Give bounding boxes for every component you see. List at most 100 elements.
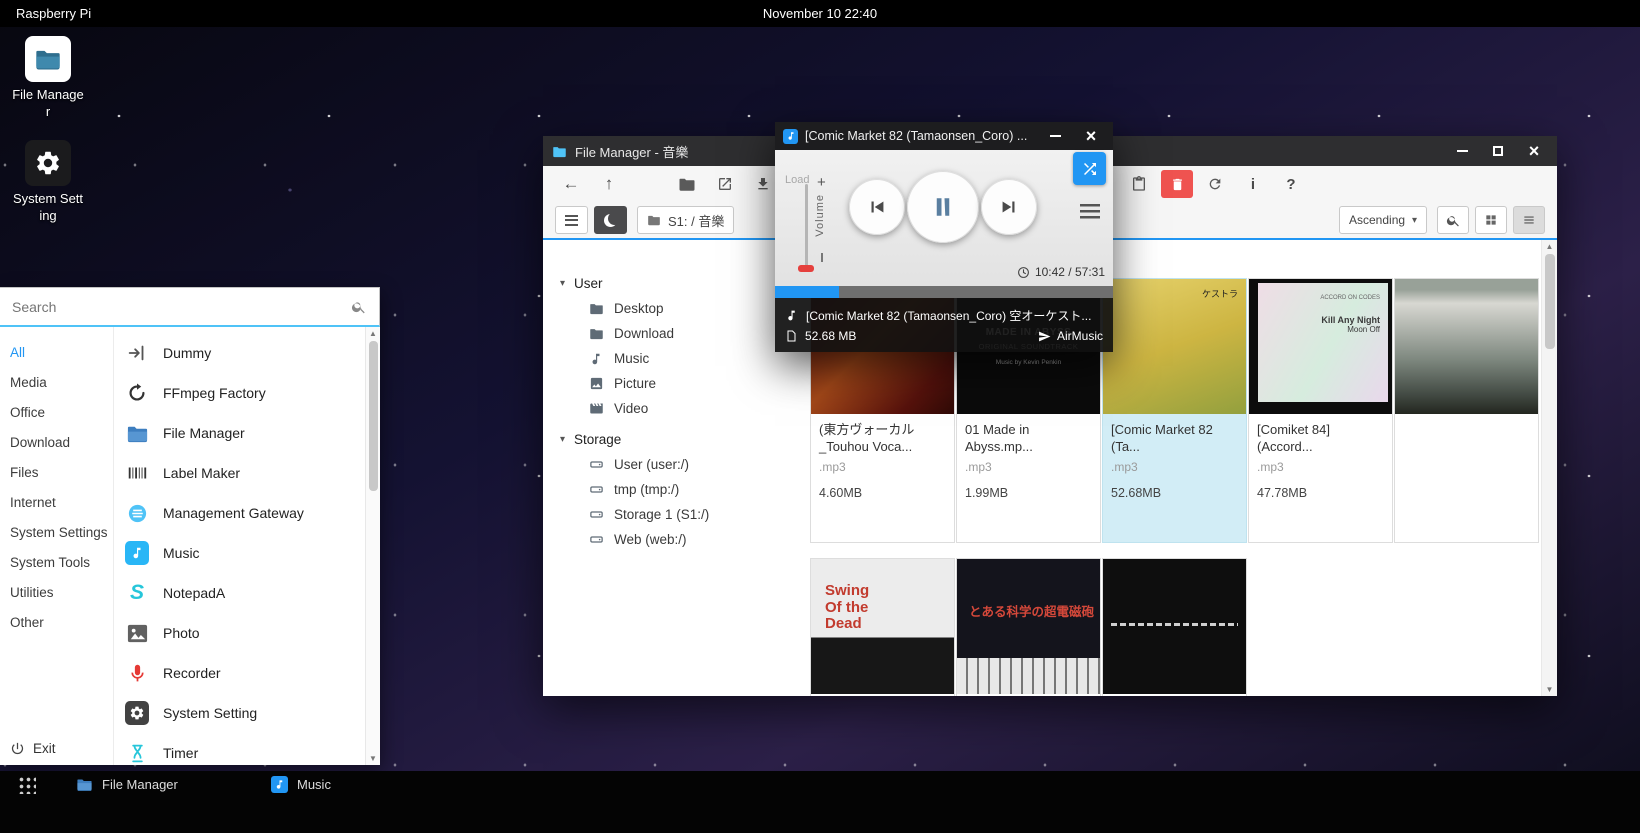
app-item-dummy[interactable]: Dummy bbox=[114, 333, 365, 373]
app-item-system-setting[interactable]: System Setting bbox=[114, 693, 365, 733]
app-item-timer[interactable]: Timer bbox=[114, 733, 365, 765]
maximize-button[interactable] bbox=[1488, 141, 1508, 161]
paste-button[interactable] bbox=[1123, 170, 1155, 198]
category-item-office[interactable]: Office bbox=[0, 397, 113, 427]
up-button[interactable]: ↑ bbox=[593, 170, 625, 198]
file-name: 01 Made in Abyss.mp... bbox=[957, 414, 1100, 458]
minimize-button[interactable] bbox=[1045, 126, 1065, 146]
microphone-icon bbox=[124, 660, 150, 686]
delete-button[interactable] bbox=[1161, 170, 1193, 198]
grid-view-button[interactable] bbox=[1475, 206, 1507, 234]
sort-select[interactable]: Ascending ▾ bbox=[1339, 206, 1427, 234]
previous-track-button[interactable] bbox=[849, 179, 905, 235]
grid-view-icon bbox=[1484, 213, 1498, 227]
app-launcher-button[interactable] bbox=[8, 773, 44, 797]
topbar-app-name: Raspberry Pi bbox=[16, 6, 91, 21]
next-track-button[interactable] bbox=[981, 179, 1037, 235]
search-button[interactable] bbox=[1437, 206, 1469, 234]
category-item-media[interactable]: Media bbox=[0, 367, 113, 397]
category-item-download[interactable]: Download bbox=[0, 427, 113, 457]
clock-icon bbox=[1017, 266, 1030, 279]
nav-item-video[interactable]: Video bbox=[560, 396, 783, 421]
exit-button[interactable]: Exit bbox=[10, 741, 56, 756]
time-display: 10:42 / 57:31 bbox=[1017, 265, 1105, 279]
nav-item-user-drive[interactable]: User (user:/) bbox=[560, 452, 783, 477]
app-item-notepada[interactable]: S NotepadA bbox=[114, 573, 365, 613]
chevron-down-icon: ▾ bbox=[1412, 215, 1417, 226]
file-card[interactable] bbox=[1394, 278, 1539, 543]
taskbar-item-file-manager[interactable]: File Manager bbox=[62, 772, 257, 798]
app-item-recorder[interactable]: Recorder bbox=[114, 653, 365, 693]
file-card[interactable]: Swing Of the Dead bbox=[810, 558, 955, 696]
category-item-other[interactable]: Other bbox=[0, 607, 113, 637]
time-text: 10:42 / 57:31 bbox=[1035, 265, 1105, 279]
breadcrumb[interactable]: S1: / 音樂 bbox=[637, 206, 734, 234]
volume-slider-thumb[interactable] bbox=[798, 265, 814, 272]
refresh-button[interactable] bbox=[1199, 170, 1231, 198]
dark-mode-button[interactable] bbox=[594, 206, 627, 234]
nav-item-web-drive[interactable]: Web (web:/) bbox=[560, 527, 783, 552]
scroll-down-icon[interactable]: ▼ bbox=[369, 754, 377, 763]
file-card[interactable] bbox=[1102, 558, 1247, 696]
taskbar-item-music[interactable]: Music bbox=[257, 772, 452, 798]
scrollbar-thumb[interactable] bbox=[1545, 254, 1555, 349]
app-item-management-gateway[interactable]: Management Gateway bbox=[114, 493, 365, 533]
search-input[interactable] bbox=[12, 299, 351, 315]
app-item-file-manager[interactable]: File Manager bbox=[114, 413, 365, 453]
scroll-up-icon[interactable]: ▲ bbox=[369, 329, 377, 338]
output-device[interactable]: AirMusic bbox=[1038, 329, 1103, 343]
nav-item-picture[interactable]: Picture bbox=[560, 371, 783, 396]
album-art: Swing Of the Dead bbox=[811, 559, 954, 694]
app-item-photo[interactable]: Photo bbox=[114, 613, 365, 653]
nav-item-desktop[interactable]: Desktop bbox=[560, 296, 783, 321]
pause-button[interactable] bbox=[907, 171, 979, 243]
back-button[interactable]: ← bbox=[555, 170, 587, 198]
shuffle-button[interactable] bbox=[1073, 152, 1106, 185]
topbar-clock[interactable]: November 10 22:40 bbox=[763, 6, 877, 21]
desktop-icon-system-setting[interactable]: System Setting bbox=[8, 140, 88, 225]
category-item-system-settings[interactable]: System Settings bbox=[0, 517, 113, 547]
category-item-system-tools[interactable]: System Tools bbox=[0, 547, 113, 577]
app-item-music[interactable]: Music bbox=[114, 533, 365, 573]
desktop-icon-file-manager[interactable]: File Manager bbox=[8, 36, 88, 121]
app-menu-scrollbar[interactable]: ▲ ▼ bbox=[365, 327, 380, 765]
file-card-selected[interactable]: ケストラ [Comic Market 82 (Ta... .mp3 52.68M… bbox=[1102, 278, 1247, 543]
player-menu-button[interactable] bbox=[1080, 204, 1100, 219]
file-list-scrollbar[interactable]: ▲ ▼ bbox=[1541, 240, 1557, 696]
open-external-button[interactable] bbox=[709, 170, 741, 198]
help-button[interactable]: ? bbox=[1275, 170, 1307, 198]
info-button[interactable]: i bbox=[1237, 170, 1269, 198]
category-item-utilities[interactable]: Utilities bbox=[0, 577, 113, 607]
nav-section-storage[interactable]: ▾ Storage bbox=[560, 426, 783, 452]
volume-up-icon[interactable]: + bbox=[817, 174, 826, 191]
nav-item-tmp-drive[interactable]: tmp (tmp:/) bbox=[560, 477, 783, 502]
app-item-ffmpeg-factory[interactable]: FFmpeg Factory bbox=[114, 373, 365, 413]
nav-item-download[interactable]: Download bbox=[560, 321, 783, 346]
close-button[interactable]: × bbox=[1524, 141, 1544, 161]
gateway-icon bbox=[124, 500, 150, 526]
list-view-button[interactable] bbox=[1513, 206, 1545, 234]
menu-button[interactable] bbox=[555, 206, 588, 234]
volume-slider[interactable] bbox=[805, 184, 808, 270]
breadcrumb-path: S1: / 音樂 bbox=[668, 211, 724, 230]
new-folder-button[interactable] bbox=[671, 170, 703, 198]
file-card[interactable]: ACCORD ON CODES Kill Any Night Moon Off … bbox=[1248, 278, 1393, 543]
progress-bar[interactable] bbox=[775, 286, 1113, 298]
category-item-internet[interactable]: Internet bbox=[0, 487, 113, 517]
nav-item-storage1-drive[interactable]: Storage 1 (S1:/) bbox=[560, 502, 783, 527]
scroll-up-icon[interactable]: ▲ bbox=[1546, 242, 1554, 251]
minimize-button[interactable] bbox=[1452, 141, 1472, 161]
file-card[interactable]: とある科学の超電磁砲 bbox=[956, 558, 1101, 696]
nav-section-user[interactable]: ▾ User bbox=[560, 270, 783, 296]
close-button[interactable]: × bbox=[1081, 126, 1101, 146]
search-box[interactable] bbox=[0, 287, 380, 327]
music-player-titlebar[interactable]: [Comic Market 82 (Tamaonsen_Coro) ... × bbox=[775, 122, 1113, 150]
scrollbar-thumb[interactable] bbox=[369, 341, 378, 491]
app-item-label-maker[interactable]: Label Maker bbox=[114, 453, 365, 493]
scroll-down-icon[interactable]: ▼ bbox=[1546, 685, 1554, 694]
folder-icon bbox=[678, 175, 696, 193]
apps-grid-icon bbox=[17, 775, 36, 794]
category-item-all[interactable]: All bbox=[0, 337, 113, 367]
nav-item-music[interactable]: Music bbox=[560, 346, 783, 371]
category-item-files[interactable]: Files bbox=[0, 457, 113, 487]
